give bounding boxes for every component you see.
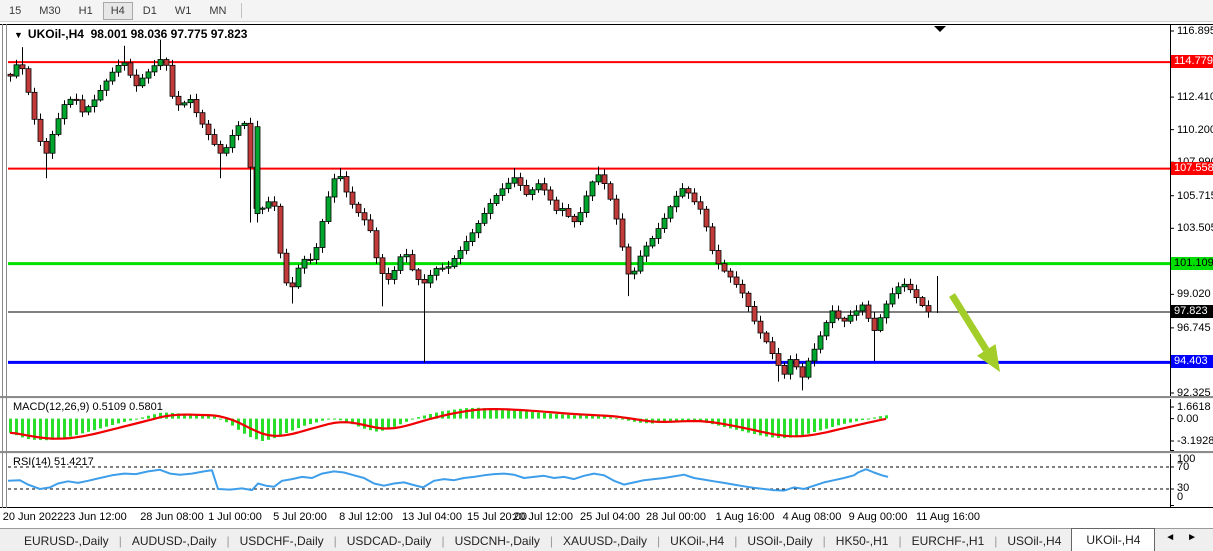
macd-scale-label: 0.00 — [1177, 413, 1198, 425]
toolbar-separator — [241, 3, 242, 18]
timeframe-button-m30[interactable]: M30 — [31, 2, 68, 20]
tab-eurchf-h1[interactable]: EURCHF-,H1 — [902, 531, 995, 551]
macd-label: MACD(12,26,9) 0.5109 0.5801 — [13, 401, 163, 413]
price-tick-label: 110.200 — [1177, 124, 1213, 136]
timeframe-button-d1[interactable]: D1 — [135, 2, 165, 20]
price-tick-label: 116.895 — [1177, 25, 1213, 37]
timeframe-button-mn[interactable]: MN — [201, 2, 234, 20]
chart-canvas[interactable] — [0, 22, 1213, 528]
time-tick-label: 1 Aug 16:00 — [716, 511, 775, 523]
tab-scroll-right-icon[interactable]: ► — [1187, 532, 1209, 543]
price-tick-label: 96.745 — [1177, 322, 1211, 334]
price-level-badge: 114.779 — [1171, 55, 1213, 68]
time-tick-label: 1 Jul 00:00 — [208, 511, 262, 523]
price-level-badge: 97.823 — [1171, 305, 1213, 318]
rsi-label: RSI(14) 51.4217 — [13, 456, 94, 468]
time-tick-label: 28 Jul 00:00 — [646, 511, 706, 523]
price-tick-label: 103.505 — [1177, 222, 1213, 234]
rsi-scale-label: 70 — [1177, 461, 1189, 473]
rsi-scale-label: 0 — [1177, 491, 1183, 503]
timeframe-button-15[interactable]: 15 — [1, 2, 29, 20]
chart-title: ▼ UKOil-,H4 98.001 98.036 97.775 97.823 — [14, 27, 247, 41]
tab-audusd-daily[interactable]: AUDUSD-,Daily — [122, 531, 227, 551]
timeframe-toolbar: 15M30H1H4D1W1MN — [0, 0, 1213, 22]
macd-scale-label: -3.1928 — [1177, 435, 1213, 447]
time-tick-label: 20 Jul 12:00 — [513, 511, 573, 523]
time-tick-label: 8 Jul 12:00 — [339, 511, 393, 523]
price-tick-label: 105.715 — [1177, 190, 1213, 202]
tab-ukoil-h4[interactable]: UKOil-,H4 — [1071, 528, 1155, 551]
macd-scale-label: 1.6618 — [1177, 401, 1211, 413]
time-tick-label: 11 Aug 16:00 — [916, 511, 980, 523]
time-tick-label: 23 Jun 12:00 — [63, 511, 127, 523]
tab-scroll-left-icon[interactable]: ◄ — [1165, 532, 1187, 543]
time-tick-label: 4 Aug 08:00 — [783, 511, 842, 523]
time-tick-label: 5 Jul 20:00 — [273, 511, 327, 523]
time-tick-label: 25 Jul 04:00 — [580, 511, 640, 523]
tab-ukoil-h4[interactable]: UKOil-,H4 — [660, 531, 734, 551]
mt4-chart-window: { "toolbar": { "timeframes": ["15", "M30… — [0, 0, 1213, 551]
tab-usoil-h4[interactable]: USOil-,H4 — [997, 531, 1071, 551]
tab-usdchf-daily[interactable]: USDCHF-,Daily — [230, 531, 334, 551]
timeframe-button-w1[interactable]: W1 — [167, 2, 200, 20]
tab-xauusd-daily[interactable]: XAUUSD-,Daily — [553, 531, 657, 551]
price-tick-label: 92.325 — [1177, 387, 1211, 399]
price-level-badge: 101.109 — [1171, 257, 1213, 270]
time-tick-label: 28 Jun 08:00 — [140, 511, 204, 523]
price-tick-label: 112.410 — [1177, 91, 1213, 103]
timeframe-button-h4[interactable]: H4 — [103, 2, 133, 20]
tab-usoil-daily[interactable]: USOil-,Daily — [737, 531, 822, 551]
price-tick-label: 99.020 — [1177, 288, 1211, 300]
tab-hk50-h1[interactable]: HK50-,H1 — [826, 531, 899, 551]
price-level-badge: 107.558 — [1171, 162, 1213, 175]
time-tick-label: 20 Jun 2022 — [3, 511, 64, 523]
tab-scroll-nav: ◄► — [1165, 532, 1209, 543]
chart-symbol-label: UKOil-,H4 — [28, 27, 84, 41]
chart-dropdown-icon[interactable]: ▼ — [14, 30, 23, 40]
timeframe-button-h1[interactable]: H1 — [71, 2, 101, 20]
chart-ohlc-values: 98.001 98.036 97.775 97.823 — [91, 27, 248, 41]
tab-usdcad-daily[interactable]: USDCAD-,Daily — [337, 531, 442, 551]
tab-usdcnh-daily[interactable]: USDCNH-,Daily — [445, 531, 550, 551]
time-tick-label: 9 Aug 00:00 — [849, 511, 908, 523]
time-tick-label: 13 Jul 04:00 — [402, 511, 462, 523]
tab-eurusd-daily[interactable]: EURUSD-,Daily — [14, 531, 119, 551]
chart-tab-bar: EURUSD-,Daily|AUDUSD-,Daily|USDCHF-,Dail… — [0, 528, 1213, 551]
price-level-badge: 94.403 — [1171, 355, 1213, 368]
